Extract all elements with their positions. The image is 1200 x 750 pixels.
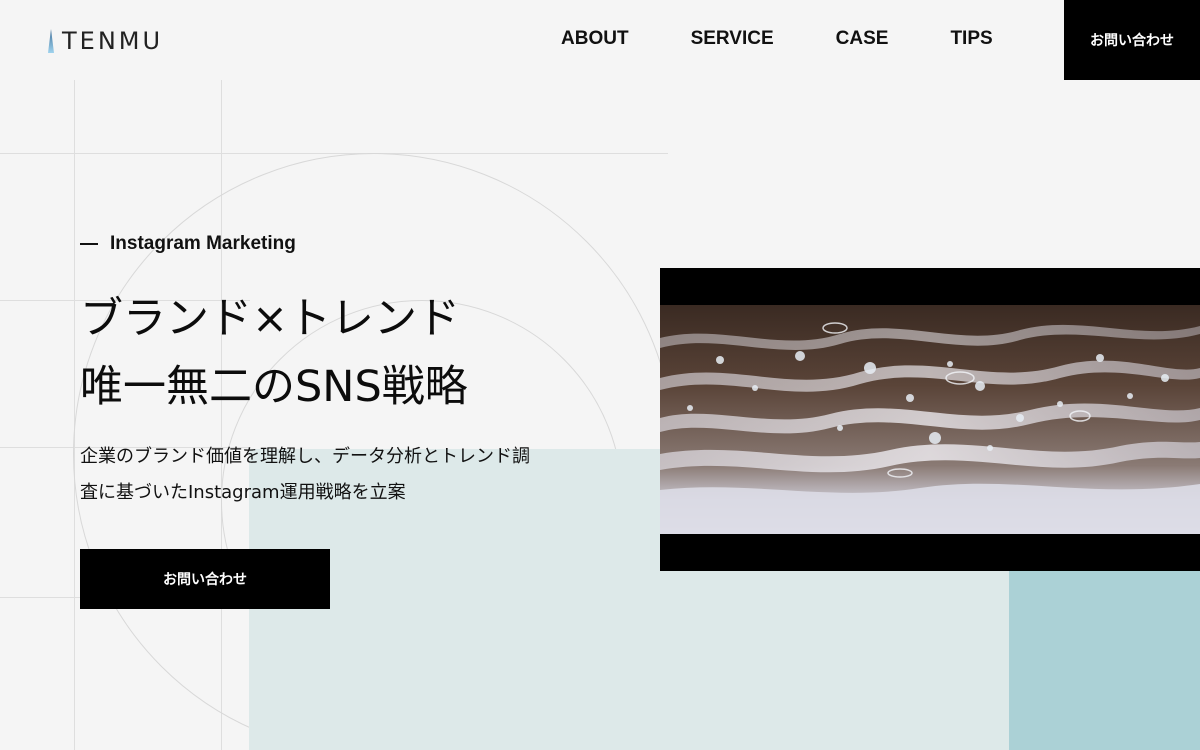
nav-about[interactable]: ABOUT [530,28,660,50]
nav-case[interactable]: CASE [805,28,920,50]
eyebrow-label: Instagram Marketing [110,233,296,254]
grid-line [0,153,668,154]
logo-mark-icon [48,29,54,53]
water-surface-image [660,268,1200,571]
lead-line-2: 査に基づいたInstagram運用戦略を立案 [80,482,406,503]
hero-lead: 企業のブランド価値を理解し、データ分析とトレンド調 査に基づいたInstagra… [80,439,600,511]
background-panel-teal [1009,571,1200,750]
headline-line-2: 唯一無二のSNS戦略 [80,362,468,412]
hero-video[interactable] [660,268,1200,571]
main-nav: ABOUT SERVICE CASE TIPS [530,0,1024,80]
logo-text: TENMU [62,27,164,55]
nav-tips[interactable]: TIPS [919,28,1023,50]
lead-line-1: 企業のブランド価値を理解し、データ分析とトレンド調 [80,446,530,467]
site-logo[interactable]: TENMU [46,26,163,56]
hero-headline: ブランド×トレンド 唯一無二のSNS戦略 [80,285,468,421]
eyebrow-dash [80,243,98,245]
page: TENMU ABOUT SERVICE CASE TIPS お問い合わせ Ins… [0,0,1200,750]
nav-service[interactable]: SERVICE [660,28,805,50]
hero-eyebrow: Instagram Marketing [80,233,296,255]
hero-contact-button[interactable]: お問い合わせ [80,549,330,609]
site-header: TENMU ABOUT SERVICE CASE TIPS お問い合わせ [0,0,1200,80]
headline-line-1: ブランド×トレンド [80,294,461,344]
header-contact-button[interactable]: お問い合わせ [1064,0,1200,80]
